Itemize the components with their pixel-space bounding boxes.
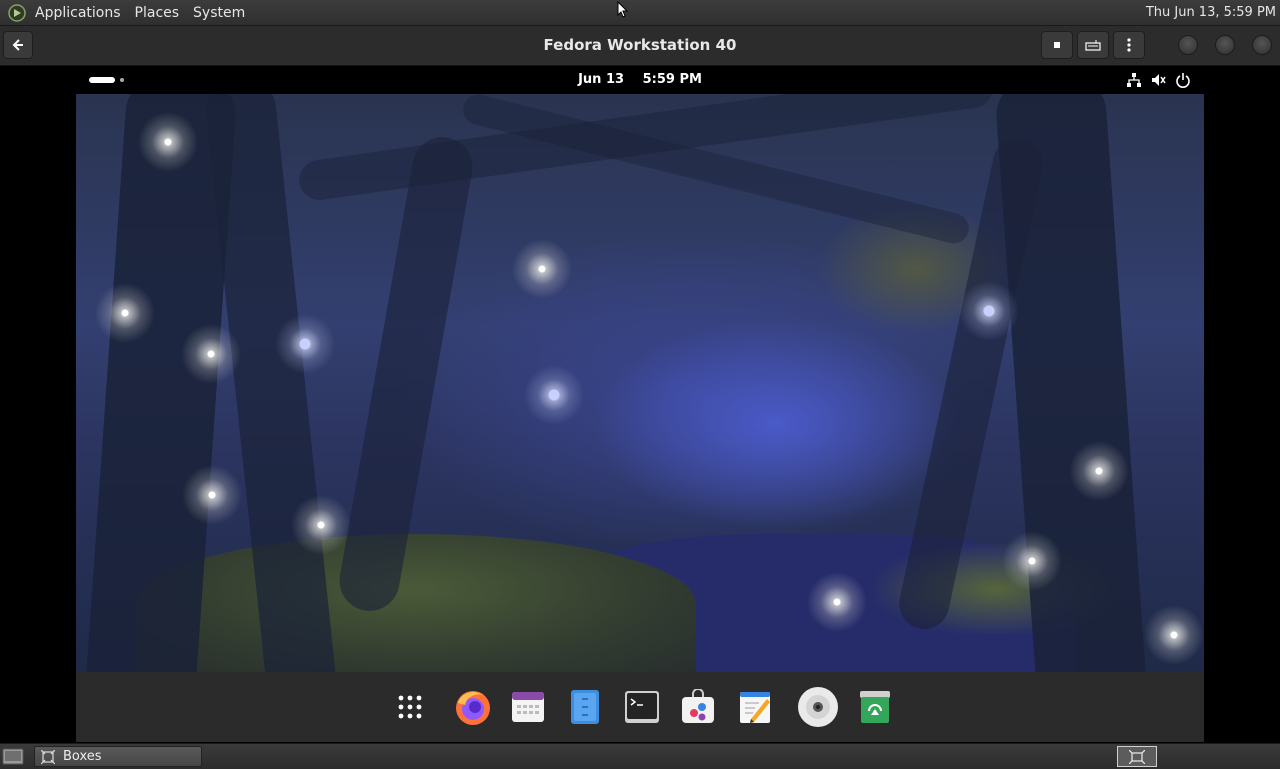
terminal-icon[interactable]: [624, 689, 660, 725]
firefly-light: [959, 281, 1019, 341]
stop-button[interactable]: [1041, 31, 1073, 59]
mouse-pointer-icon: [617, 1, 629, 18]
show-desktop-icon[interactable]: [2, 747, 24, 765]
firefly-light: [1144, 605, 1204, 665]
firefly-light: [182, 465, 242, 525]
firefly-light: [95, 283, 155, 343]
files-icon[interactable]: [567, 689, 603, 725]
menu-places[interactable]: Places: [128, 5, 187, 21]
maximize-window-icon[interactable]: [1215, 35, 1235, 55]
firefly-light: [275, 314, 335, 374]
text-editor-icon[interactable]: [737, 689, 773, 725]
trash-icon[interactable]: [857, 689, 893, 725]
guest-date: Jun 13: [578, 72, 625, 87]
applications-logo-icon[interactable]: [8, 3, 26, 22]
workspace-switcher[interactable]: [1117, 746, 1157, 767]
guest-clock[interactable]: Jun 13 5:59 PM: [76, 66, 1204, 94]
guest-desktop-wallpaper: [76, 94, 1204, 672]
boxes-app-icon: [41, 749, 55, 764]
wallpaper-grass-left: [136, 534, 696, 672]
stop-icon: [1054, 42, 1060, 48]
minimize-window-icon[interactable]: [1178, 35, 1198, 55]
menu-system[interactable]: System: [186, 5, 252, 21]
back-button[interactable]: [3, 31, 33, 59]
optical-disk-icon[interactable]: [797, 686, 839, 728]
firefly-light: [524, 365, 584, 425]
firefly-light: [138, 112, 198, 172]
calendar-icon[interactable]: [510, 689, 546, 725]
firefly-light: [512, 239, 572, 299]
boxes-header-bar: Fedora Workstation 40: [0, 26, 1280, 66]
workspace-icon: [1129, 749, 1145, 764]
menu-applications[interactable]: Applications: [28, 5, 128, 21]
firefly-light: [1069, 441, 1129, 501]
keyboard-button[interactable]: [1077, 31, 1109, 59]
guest-dock: [76, 672, 1204, 742]
close-window-icon[interactable]: [1252, 35, 1272, 55]
firefly-light: [1002, 531, 1062, 591]
network-icon[interactable]: [1126, 72, 1142, 88]
back-icon: [12, 39, 23, 51]
firefox-icon[interactable]: [453, 687, 493, 727]
guest-time: 5:59 PM: [642, 72, 702, 87]
host-clock[interactable]: Thu Jun 13, 5:59 PM: [1146, 5, 1280, 20]
host-top-panel: Applications Places System Thu Jun 13, 5…: [0, 0, 1280, 26]
show-apps-icon[interactable]: [392, 689, 428, 725]
host-bottom-taskbar: Boxes: [0, 743, 1280, 769]
power-icon[interactable]: [1175, 72, 1191, 88]
more-options-icon: [1127, 38, 1131, 52]
software-center-icon[interactable]: [680, 689, 716, 725]
keyboard-icon: [1085, 40, 1101, 51]
volume-muted-icon[interactable]: [1150, 72, 1166, 88]
firefly-light: [291, 495, 351, 555]
guest-top-bar: Jun 13 5:59 PM: [76, 66, 1204, 94]
firefly-light: [807, 572, 867, 632]
taskbar-window-boxes[interactable]: Boxes: [34, 746, 202, 767]
more-options-button[interactable]: [1113, 31, 1145, 59]
firefly-light: [181, 324, 241, 384]
taskbar-window-label: Boxes: [63, 749, 102, 764]
